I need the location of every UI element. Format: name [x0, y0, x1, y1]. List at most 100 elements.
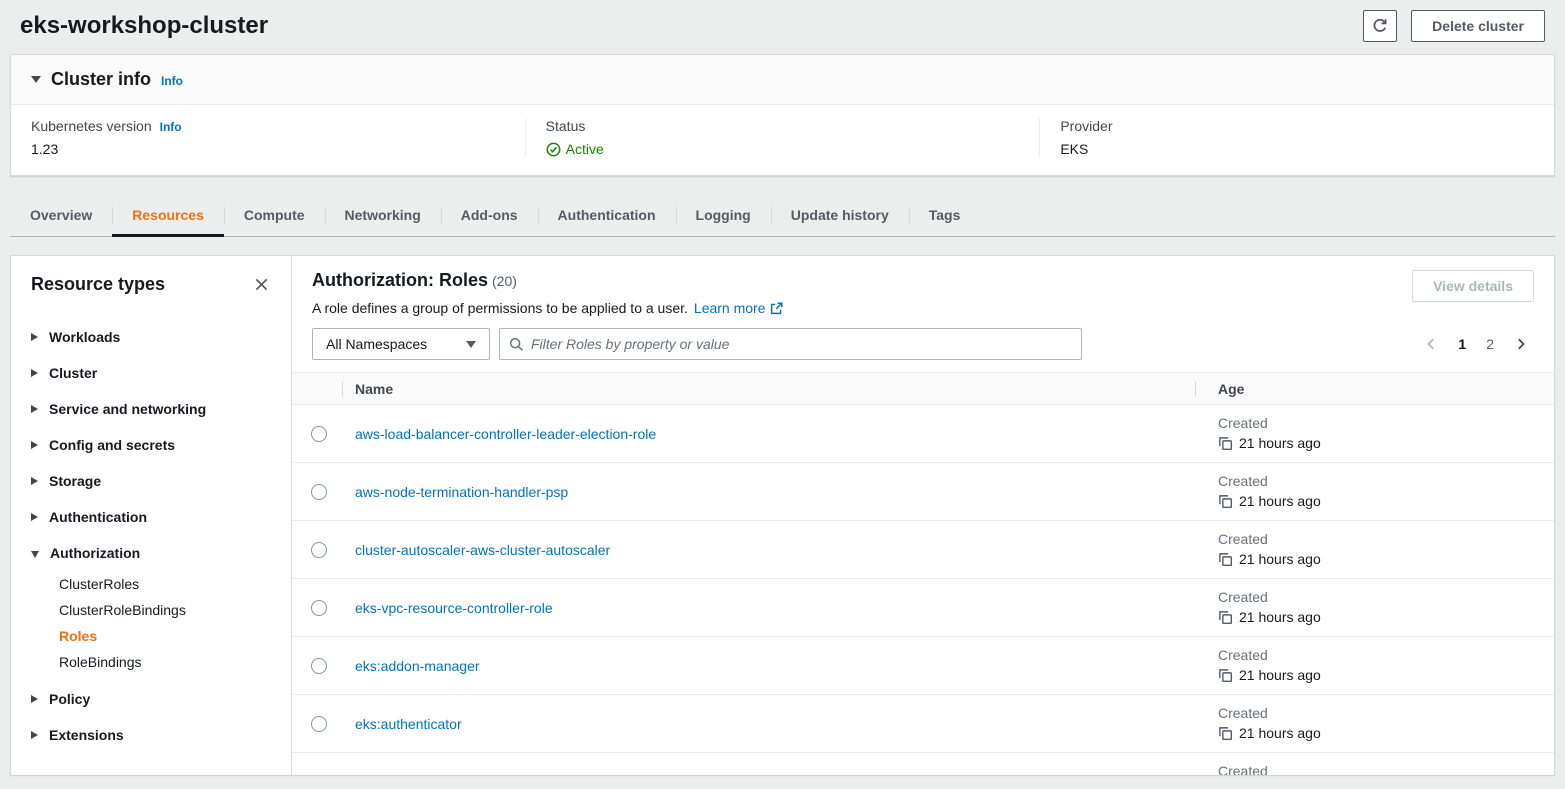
expand-right-icon [31, 405, 38, 413]
roles-filter-box [499, 328, 1082, 360]
search-icon [509, 337, 524, 352]
kubernetes-version-field: Kubernetes version Info 1.23 [11, 118, 525, 157]
delete-cluster-button[interactable]: Delete cluster [1411, 10, 1545, 42]
created-label: Created [1218, 589, 1554, 605]
tab-bar: Overview Resources Compute Networking Ad… [10, 196, 1555, 237]
roles-filter-input[interactable] [531, 336, 1072, 352]
table-row: eks:authenticator Created 21 hours ago [292, 695, 1554, 753]
role-link[interactable]: eks:addon-manager [355, 658, 480, 674]
sidebar-group-cluster[interactable]: Cluster [31, 355, 271, 391]
sidebar-item-clusterroles[interactable]: ClusterRoles [59, 571, 271, 597]
row-radio[interactable] [311, 426, 327, 442]
roles-main-panel: Authorization: Roles(20) A role defines … [292, 256, 1554, 775]
cluster-info-header[interactable]: Cluster info Info [11, 55, 1554, 105]
kubernetes-version-label: Kubernetes version [31, 118, 152, 134]
copy-icon [1218, 436, 1233, 451]
role-link[interactable]: aws-load-balancer-controller-leader-elec… [355, 426, 656, 442]
provider-value: EKS [1060, 141, 1534, 157]
created-label: Created [1218, 763, 1554, 775]
created-label: Created [1218, 415, 1554, 431]
resource-types-sidebar: Resource types Workloads Cluster Service… [11, 256, 292, 775]
tab-overview[interactable]: Overview [10, 196, 112, 236]
sidebar-group-authorization[interactable]: Authorization [31, 535, 271, 571]
roles-title: Authorization: Roles [312, 270, 488, 290]
table-row-partial: Created [292, 753, 1554, 775]
sidebar-group-workloads[interactable]: Workloads [31, 319, 271, 355]
created-label: Created [1218, 531, 1554, 547]
role-link[interactable]: aws-node-termination-handler-psp [355, 484, 568, 500]
namespace-select[interactable]: All Namespaces [312, 328, 490, 360]
resource-types-tree: Workloads Cluster Service and networking… [31, 319, 271, 753]
roles-count: (20) [492, 273, 517, 289]
row-radio[interactable] [311, 600, 327, 616]
learn-more-link[interactable]: Learn more [694, 300, 783, 316]
namespace-select-value: All Namespaces [326, 336, 427, 352]
tab-logging[interactable]: Logging [676, 196, 771, 236]
view-details-button[interactable]: View details [1412, 270, 1534, 302]
age-value: 21 hours ago [1239, 493, 1321, 509]
copy-icon [1218, 494, 1233, 509]
row-radio[interactable] [311, 542, 327, 558]
provider-label: Provider [1060, 118, 1112, 134]
tab-tags[interactable]: Tags [909, 196, 981, 236]
role-link[interactable]: eks:authenticator [355, 716, 462, 732]
age-value: 21 hours ago [1239, 435, 1321, 451]
sidebar-group-policy[interactable]: Policy [31, 681, 271, 717]
sidebar-group-storage[interactable]: Storage [31, 463, 271, 499]
tab-update-history[interactable]: Update history [771, 196, 909, 236]
row-radio[interactable] [311, 716, 327, 732]
sidebar-item-clusterrolebindings[interactable]: ClusterRoleBindings [59, 597, 271, 623]
tab-compute[interactable]: Compute [224, 196, 325, 236]
expand-right-icon [31, 441, 38, 449]
expand-right-icon [31, 695, 38, 703]
table-row: aws-load-balancer-controller-leader-elec… [292, 405, 1554, 463]
status-field: Status Active [525, 118, 1040, 157]
tab-networking[interactable]: Networking [325, 196, 441, 236]
tab-resources[interactable]: Resources [112, 196, 224, 236]
roles-table: Name Age aws-load-balancer-controller-le… [292, 372, 1554, 775]
page-2-button[interactable]: 2 [1486, 336, 1494, 352]
table-header: Name Age [292, 372, 1554, 405]
tab-add-ons[interactable]: Add-ons [441, 196, 538, 236]
age-value: 21 hours ago [1239, 725, 1321, 741]
role-link[interactable]: cluster-autoscaler-aws-cluster-autoscale… [355, 542, 610, 558]
sidebar-item-rolebindings[interactable]: RoleBindings [59, 649, 271, 675]
expand-right-icon [31, 513, 38, 521]
cluster-info-title: Cluster info [51, 69, 151, 90]
table-row: eks:addon-manager Created 21 hours ago [292, 637, 1554, 695]
age-value: 21 hours ago [1239, 667, 1321, 683]
copy-icon [1218, 552, 1233, 567]
kubernetes-version-value: 1.23 [31, 141, 505, 157]
sidebar-close-icon[interactable] [252, 275, 271, 294]
copy-icon [1218, 726, 1233, 741]
cluster-info-info-link[interactable]: Info [161, 74, 183, 88]
status-badge: Active [546, 141, 1020, 157]
cluster-info-body: Kubernetes version Info 1.23 Status Acti… [11, 105, 1554, 175]
created-label: Created [1218, 705, 1554, 721]
previous-page-icon[interactable] [1424, 337, 1438, 351]
kubernetes-version-info-link[interactable]: Info [160, 120, 182, 134]
row-radio[interactable] [311, 658, 327, 674]
tab-authentication[interactable]: Authentication [538, 196, 676, 236]
row-radio[interactable] [311, 484, 327, 500]
collapse-caret-icon[interactable] [31, 76, 41, 83]
page-title: eks-workshop-cluster [20, 12, 268, 40]
refresh-button[interactable] [1363, 10, 1397, 42]
table-row: eks-vpc-resource-controller-role Created… [292, 579, 1554, 637]
created-label: Created [1218, 473, 1554, 489]
next-page-icon[interactable] [1514, 337, 1528, 351]
sidebar-group-config-and-secrets[interactable]: Config and secrets [31, 427, 271, 463]
page-header: eks-workshop-cluster Delete cluster [0, 0, 1565, 54]
role-link[interactable]: eks-vpc-resource-controller-role [355, 600, 553, 616]
expand-right-icon [31, 477, 38, 485]
sidebar-item-roles[interactable]: Roles [59, 623, 271, 649]
age-value: 21 hours ago [1239, 609, 1321, 625]
expand-down-icon [31, 551, 39, 558]
expand-right-icon [31, 333, 38, 341]
page-1-button[interactable]: 1 [1458, 336, 1466, 352]
authorization-children: ClusterRoles ClusterRoleBindings Roles R… [59, 571, 271, 675]
sidebar-group-authentication[interactable]: Authentication [31, 499, 271, 535]
sidebar-group-service-and-networking[interactable]: Service and networking [31, 391, 271, 427]
sidebar-group-extensions[interactable]: Extensions [31, 717, 271, 753]
refresh-icon [1372, 18, 1388, 34]
